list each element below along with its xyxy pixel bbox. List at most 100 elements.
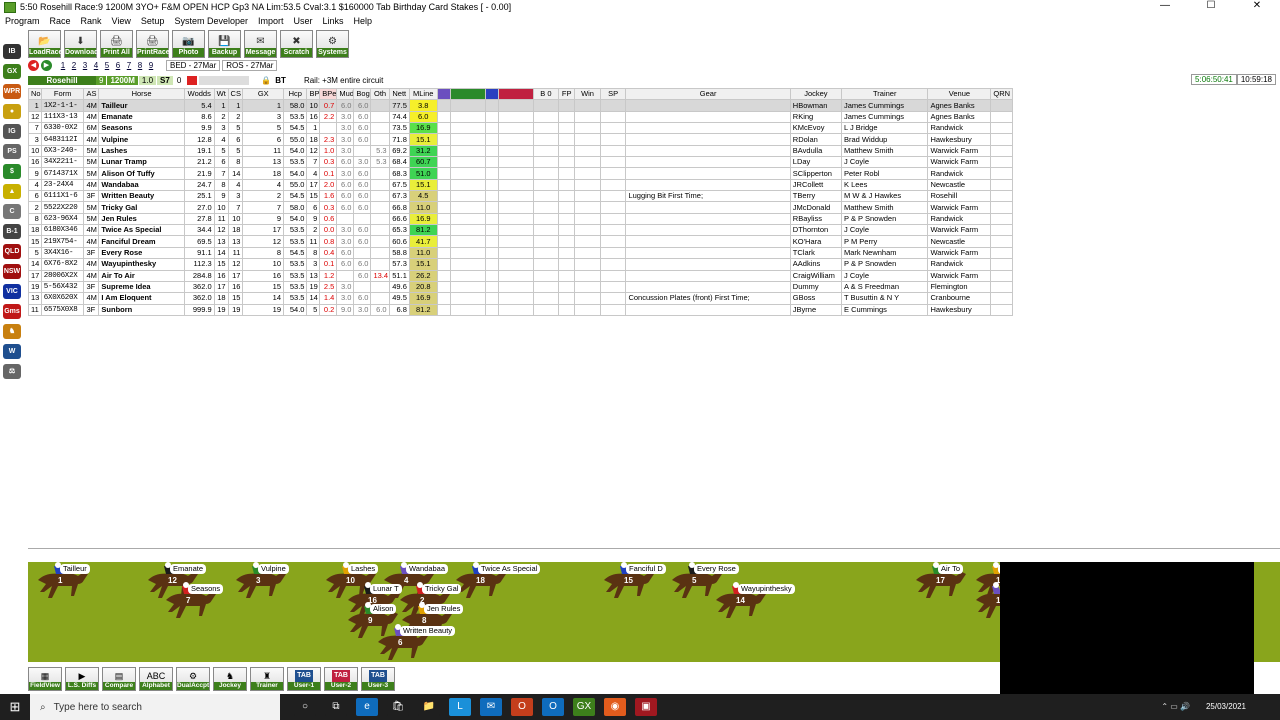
bottom-button-dualaccpt[interactable]: ⚙ DualAccpt — [176, 667, 210, 691]
table-row[interactable]: 2 5522X220 5M Tricky Gal 27.0 10 7 7 58.0 6 0.3 6.0… — [28, 201, 1013, 214]
sidebar-icon-5[interactable]: PS — [3, 144, 21, 159]
menu-user[interactable]: User — [288, 16, 317, 26]
table-row[interactable]: 8 623-96X4 5M Jen Rules 27.8 11 10 9 54.0 9 0.6 66.… — [28, 212, 1013, 226]
firefox-icon[interactable]: ◉ — [604, 698, 626, 716]
column-header-3[interactable]: Horse — [98, 87, 185, 101]
race-link-5[interactable]: 5 — [102, 61, 112, 70]
table-row[interactable]: 3 6483112I 4M Vulpine 12.8 4 6 6 55.0 18 2.3 3.0 6.0… — [28, 133, 1013, 146]
menu-system-developer[interactable]: System Developer — [169, 16, 253, 26]
race-link-2[interactable]: 2 — [69, 61, 79, 70]
menu-program[interactable]: Program — [0, 16, 45, 26]
bottom-button-trainer[interactable]: ♜ Trainer — [250, 667, 284, 691]
search-box[interactable]: ⌕ Type here to search — [30, 694, 280, 720]
bottom-button-alphabet[interactable]: ABC Alphabet — [139, 667, 173, 691]
menu-help[interactable]: Help — [349, 16, 378, 26]
toolbar-button-download[interactable]: ⬇ Download — [64, 30, 98, 58]
column-header-1[interactable]: Form — [40, 87, 85, 101]
column-header-20[interactable]: B 0 — [532, 87, 560, 101]
sidebar-icon-12[interactable]: VIC — [3, 284, 21, 299]
column-header-23[interactable]: SP — [599, 87, 627, 101]
sidebar-icon-13[interactable]: Gms — [3, 304, 21, 319]
sidebar-icon-15[interactable]: W — [3, 344, 21, 359]
menu-rank[interactable]: Rank — [76, 16, 107, 26]
column-header-21[interactable]: FP — [558, 87, 576, 101]
table-row[interactable]: 15 219X754- 4M Fanciful Dream 69.5 13 13 12 53.5… — [28, 235, 1013, 248]
column-header-12[interactable]: Bog — [353, 87, 372, 101]
explorer-icon[interactable]: 📁 — [418, 698, 440, 716]
toolbar-button-print-all[interactable]: 🖨 Print All — [100, 30, 133, 58]
column-header-28[interactable]: QRN — [990, 87, 1013, 101]
column-header-19[interactable] — [498, 87, 534, 101]
column-header-0[interactable]: No — [28, 87, 42, 101]
sidebar-icon-16[interactable]: ⚖ — [3, 364, 21, 379]
l-app-icon[interactable]: L — [449, 698, 471, 716]
table-row[interactable]: 18 6180X346 4M Twice As Special 34.4 12 18 17 53… — [28, 224, 1013, 237]
tab-ros[interactable]: ROS - 27Mar — [222, 60, 278, 71]
bottom-button-compare[interactable]: ▤ Compare — [102, 667, 136, 691]
sidebar-icon-8[interactable]: C — [3, 204, 21, 219]
edge-icon[interactable]: e — [356, 698, 378, 716]
column-header-7[interactable]: GX — [242, 87, 285, 101]
column-header-10[interactable]: BPen — [319, 87, 338, 101]
table-row[interactable]: 1 1X2-1-1- 4M Tailleur 5.4 1 1 1 58.0 10 0.7 6.0 6.0… — [28, 99, 1013, 112]
sidebar-icon-3[interactable]: ● — [3, 104, 21, 119]
track-horse-15[interactable]: 15 Fanciful D — [596, 562, 666, 602]
system-tray-icon[interactable]: ⌃ ▭ 🔊 — [1161, 694, 1190, 720]
close-button[interactable]: ✕ — [1234, 0, 1280, 14]
toolbar-button-printrace[interactable]: 🖨 PrintRace — [136, 30, 170, 58]
maximize-button[interactable]: ☐ — [1188, 0, 1234, 14]
menu-view[interactable]: View — [107, 16, 136, 26]
table-row[interactable]: 16 34X2211- 5M Lunar Tramp 21.2 6 8 13 53.5 7 0.3 6… — [28, 156, 1013, 169]
column-header-4[interactable]: Wodds — [183, 87, 215, 101]
race-link-7[interactable]: 7 — [124, 61, 134, 70]
race-link-4[interactable]: 4 — [91, 61, 101, 70]
column-header-26[interactable]: Trainer — [840, 87, 929, 101]
track-horse-14[interactable]: 14 Wayupinthesky — [708, 582, 795, 622]
track-horse-1[interactable]: 1 Tailleur — [30, 562, 94, 602]
column-header-27[interactable]: Venue — [927, 87, 992, 101]
tab-bed[interactable]: BED - 27Mar — [166, 60, 221, 71]
track-horse-3[interactable]: 3 Vulpine — [228, 562, 292, 602]
column-header-14[interactable]: Nett — [388, 87, 410, 101]
sidebar-icon-14[interactable]: ♞ — [3, 324, 21, 339]
column-header-11[interactable]: Mud — [336, 87, 355, 101]
gx-app-icon[interactable]: GX — [573, 698, 595, 716]
column-header-16[interactable] — [436, 87, 452, 101]
sidebar-icon-4[interactable]: IG — [3, 124, 21, 139]
toolbar-button-backup[interactable]: 💾 Backup — [208, 30, 241, 58]
column-header-18[interactable] — [484, 87, 500, 101]
sidebar-icon-10[interactable]: QLD — [3, 244, 21, 259]
app-icon[interactable]: ▣ — [635, 698, 657, 716]
store-icon[interactable]: 🛍 — [387, 698, 409, 716]
minimize-button[interactable]: — — [1142, 0, 1188, 14]
table-row[interactable]: 13 6X0X620X 4M I Am Eloquent 362.0 18 15 14 53.5… — [28, 292, 1013, 305]
table-row[interactable]: 11 6575X0X8 3F Sunborn 999.9 19 19 19 54.0 5 0.2 9.… — [28, 303, 1013, 316]
column-header-24[interactable]: Gear — [625, 87, 791, 101]
column-header-9[interactable]: BP — [306, 87, 321, 101]
column-header-13[interactable]: Oth — [370, 87, 390, 101]
office-icon[interactable]: O — [511, 698, 533, 716]
table-row[interactable]: 10 6X3-240- 5M Lashes 19.1 5 5 11 54.0 12 1.0 3.0 5.… — [28, 144, 1013, 158]
race-link-8[interactable]: 8 — [135, 61, 145, 70]
outlook-icon[interactable]: O — [542, 698, 564, 716]
bottom-button-fieldview[interactable]: ▦ FieldView — [28, 667, 62, 691]
bottom-button-user-1[interactable]: TAB User-1 — [287, 667, 321, 691]
menu-setup[interactable]: Setup — [136, 16, 170, 26]
windows-start-icon[interactable]: ⊞ — [0, 699, 30, 715]
next-race-icon[interactable]: ▶ — [41, 60, 52, 71]
column-header-25[interactable]: Jockey — [789, 87, 843, 101]
column-header-17[interactable] — [450, 87, 486, 101]
table-row[interactable]: 12 111X3-13 4M Emanate 8.6 2 2 3 53.5 16 2.2 3.0 6.0… — [28, 110, 1013, 124]
track-horse-6[interactable]: 6 Written Beauty — [370, 624, 456, 662]
sidebar-icon-6[interactable]: $ — [3, 164, 21, 179]
bottom-button-jockey[interactable]: ♞ Jockey — [213, 667, 247, 691]
table-row[interactable]: 7 6330-0X2 6M Seasons 9.9 3 5 5 54.5 1 3.0 6.0 73.5 1… — [28, 122, 1013, 135]
race-link-6[interactable]: 6 — [113, 61, 123, 70]
column-header-22[interactable]: Win — [574, 87, 601, 101]
race-link-9[interactable]: 9 — [146, 61, 156, 70]
toolbar-button-message[interactable]: ✉ Message — [244, 30, 277, 58]
race-link-3[interactable]: 3 — [80, 61, 90, 70]
track-horse-17[interactable]: 17 Air To — [908, 562, 972, 602]
table-row[interactable]: 14 6X76-8X2 4M Wayupinthesky 112.3 15 12 10 53.5… — [28, 258, 1013, 271]
bottom-button-user-3[interactable]: TAB User-3 — [361, 667, 395, 691]
